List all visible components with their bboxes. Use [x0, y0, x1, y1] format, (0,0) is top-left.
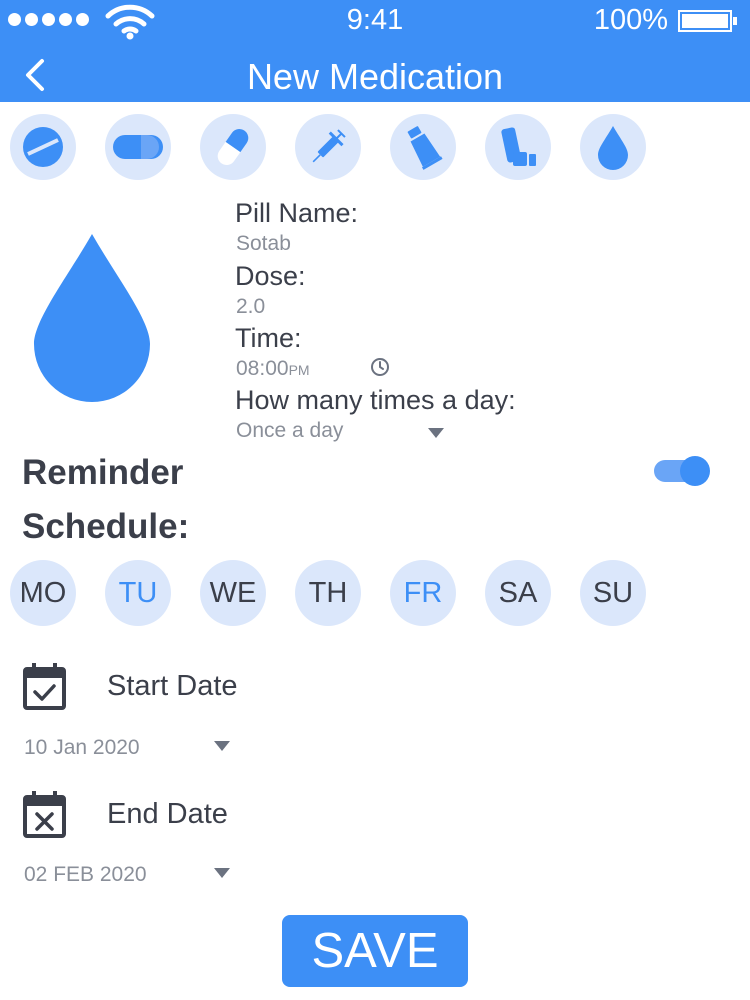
- drops-icon: [598, 126, 628, 170]
- page-title: New Medication: [246, 56, 504, 97]
- day-monday-button[interactable]: MO: [10, 560, 76, 626]
- medication-type-selector: [10, 114, 750, 182]
- frequency-label: How many times a day:: [235, 385, 516, 415]
- time-suffix: PM: [288, 362, 310, 378]
- day-friday-button[interactable]: FR: [390, 560, 456, 626]
- day-thursday-button[interactable]: TH: [295, 560, 361, 626]
- battery-percent: 100%: [593, 4, 668, 36]
- type-pill-button[interactable]: [200, 114, 266, 180]
- end-date-dropdown-icon[interactable]: [214, 868, 230, 878]
- ointment-icon: [407, 126, 443, 170]
- day-sunday-button[interactable]: SU: [580, 560, 646, 626]
- battery-icon: [678, 10, 737, 32]
- type-capsule-button[interactable]: [105, 114, 171, 180]
- selected-type-drop-icon: [34, 234, 150, 402]
- type-ointment-button[interactable]: [390, 114, 456, 180]
- day-wednesday-button[interactable]: WE: [200, 560, 266, 626]
- pill-name-input[interactable]: Sotab: [236, 232, 291, 256]
- type-tablet-button[interactable]: [10, 114, 76, 180]
- type-syringe-button[interactable]: [295, 114, 361, 180]
- app-header: 9:41 100% New Medication: [0, 0, 750, 102]
- type-drops-button[interactable]: [580, 114, 646, 180]
- time-input[interactable]: 08:00PM: [236, 357, 310, 381]
- start-date-label: Start Date: [107, 670, 238, 702]
- end-date-select[interactable]: 02 FEB 2020: [24, 863, 147, 887]
- pill-name-label: Pill Name:: [235, 198, 359, 228]
- frequency-select[interactable]: Once a day: [236, 419, 343, 443]
- reminder-label: Reminder: [22, 453, 184, 492]
- clock-icon[interactable]: [370, 357, 390, 377]
- dose-input[interactable]: 2.0: [236, 295, 265, 319]
- tablet-icon: [23, 127, 63, 167]
- start-date-dropdown-icon[interactable]: [214, 741, 230, 751]
- inhaler-icon: [501, 127, 536, 166]
- dose-label: Dose:: [235, 261, 306, 291]
- status-bar: 9:41 100%: [0, 0, 750, 44]
- time-value: 08:00: [236, 357, 289, 380]
- save-button[interactable]: SAVE: [282, 915, 468, 987]
- schedule-label: Schedule:: [22, 507, 190, 546]
- frequency-dropdown-icon[interactable]: [428, 428, 444, 438]
- start-date-select[interactable]: 10 Jan 2020: [24, 736, 140, 760]
- syringe-icon: [312, 129, 346, 163]
- calendar-check-icon: [23, 663, 66, 710]
- type-inhaler-button[interactable]: [485, 114, 551, 180]
- day-tuesday-button[interactable]: TU: [105, 560, 171, 626]
- pill-icon: [217, 128, 249, 166]
- calendar-x-icon: [23, 791, 66, 838]
- time-label: Time:: [235, 323, 302, 353]
- day-saturday-button[interactable]: SA: [485, 560, 551, 626]
- end-date-label: End Date: [107, 798, 228, 830]
- reminder-toggle[interactable]: [654, 456, 710, 486]
- capsule-icon: [113, 135, 163, 159]
